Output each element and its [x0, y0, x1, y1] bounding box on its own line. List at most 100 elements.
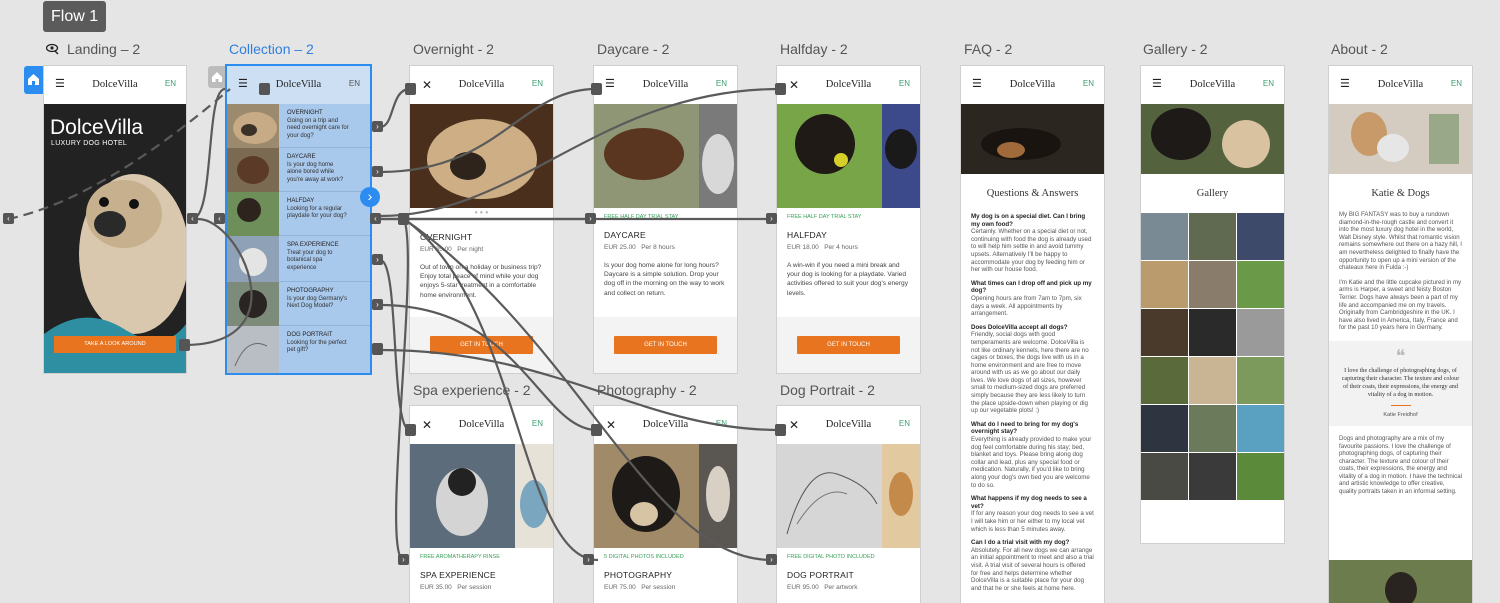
chevron-left-icon[interactable]: ‹: [3, 213, 14, 224]
connection-handle[interactable]: [591, 83, 602, 95]
frame-label-faq[interactable]: FAQ - 2: [964, 41, 1012, 57]
gallery-photo[interactable]: [1237, 261, 1284, 308]
gallery-photo[interactable]: [1237, 357, 1284, 404]
gallery-photo[interactable]: [1141, 261, 1188, 308]
language-switch[interactable]: EN: [1263, 79, 1274, 88]
collection-item-photography[interactable]: PHOTOGRAPHY Is your dog Germany's Next D…: [227, 282, 370, 326]
take-a-look-button[interactable]: TAKE A LOOK AROUND: [54, 336, 176, 353]
connection-handle[interactable]: [179, 339, 190, 351]
connection-handle[interactable]: [259, 83, 270, 95]
gallery-photo[interactable]: [1141, 405, 1188, 452]
frame-halfday[interactable]: ✕ DolceVilla EN FREE HALF DAY TRIAL STAY…: [777, 66, 920, 373]
home-icon[interactable]: [24, 66, 43, 94]
gallery-photo[interactable]: [1141, 309, 1188, 356]
chevron-right-icon[interactable]: ›: [585, 213, 596, 224]
frame-label-daycare[interactable]: Daycare - 2: [597, 41, 669, 57]
chevron-right-icon[interactable]: ›: [372, 121, 383, 132]
home-icon[interactable]: [208, 66, 226, 88]
chevron-left-icon[interactable]: ‹: [370, 213, 381, 224]
gallery-photo[interactable]: [1237, 213, 1284, 260]
service-title: HALFDAY: [787, 230, 827, 240]
connection-handle[interactable]: [398, 213, 409, 225]
collection-item-portrait[interactable]: DOG PORTRAIT Looking for the perfect pet…: [227, 326, 370, 373]
frame-gallery[interactable]: ☰ DolceVilla EN Gallery: [1141, 66, 1284, 543]
gallery-photo[interactable]: [1141, 213, 1188, 260]
get-in-touch-button[interactable]: GET IN TOUCH: [614, 336, 717, 354]
faq-answer: Friendly, social dogs with good temperam…: [971, 331, 1089, 415]
collection-item-spa[interactable]: SPA EXPERIENCE Treat your dog to botanic…: [227, 236, 370, 282]
gallery-photo[interactable]: [1189, 261, 1236, 308]
chevron-right-icon[interactable]: ›: [583, 554, 594, 565]
gallery-photo[interactable]: [1189, 357, 1236, 404]
gallery-photo[interactable]: [1237, 309, 1284, 356]
frame-about[interactable]: ☰ DolceVilla EN Katie & Dogs My BIG FANT…: [1329, 66, 1472, 603]
connection-handle[interactable]: [775, 83, 786, 95]
chevron-right-icon[interactable]: ›: [766, 213, 777, 224]
connection-handle[interactable]: [405, 424, 416, 436]
carousel-dots[interactable]: ● ● ●: [410, 210, 553, 216]
language-switch[interactable]: EN: [1083, 79, 1094, 88]
frame-label-halfday[interactable]: Halfday - 2: [780, 41, 848, 57]
frame-label-collection[interactable]: Collection – 2: [229, 41, 314, 57]
eye-icon[interactable]: [45, 42, 60, 55]
gallery-photo[interactable]: [1189, 405, 1236, 452]
frame-label-portrait[interactable]: Dog Portrait - 2: [780, 382, 875, 398]
frame-label-landing[interactable]: Landing – 2: [67, 41, 140, 57]
frame-label-overnight[interactable]: Overnight - 2: [413, 41, 494, 57]
chevron-right-icon[interactable]: ›: [372, 166, 383, 177]
connection-handle[interactable]: [775, 424, 786, 436]
frame-label-gallery[interactable]: Gallery - 2: [1143, 41, 1208, 57]
language-switch[interactable]: EN: [165, 79, 176, 88]
collection-item-daycare[interactable]: DAYCARE Is your dog home alone bored whi…: [227, 148, 370, 192]
site-header: ✕ DolceVilla EN: [777, 406, 920, 444]
get-in-touch-button[interactable]: GET IN TOUCH: [797, 336, 900, 354]
chevron-right-icon[interactable]: ›: [372, 254, 383, 265]
item-title: OVERNIGHT: [287, 110, 323, 116]
gallery-photo[interactable]: [1237, 405, 1284, 452]
prototype-canvas[interactable]: Flow 1 Landing – 2 Collection – 2 Overni…: [0, 0, 1500, 603]
frame-label-spa[interactable]: Spa experience - 2: [413, 382, 531, 398]
gallery-photo[interactable]: [1237, 453, 1284, 500]
chevron-right-icon[interactable]: ›: [372, 299, 383, 310]
gallery-photo[interactable]: [1189, 213, 1236, 260]
faq-answer: Opening hours are from 7am to 7pm, six d…: [971, 294, 1082, 318]
frame-collection[interactable]: ☰ DolceVilla EN OVERNIGHT Going on a tri…: [227, 66, 370, 373]
frame-label-about[interactable]: About - 2: [1331, 41, 1388, 57]
gallery-photo[interactable]: [1141, 453, 1188, 500]
frame-photography[interactable]: ✕ DolceVilla EN 5 DIGITAL PHOTOS INCLUDE…: [594, 406, 737, 603]
collection-item-halfday[interactable]: HALFDAY Looking for a regular playdate f…: [227, 192, 370, 236]
about-paragraph: Dogs and photography are a mix of my fav…: [1339, 434, 1462, 496]
chevron-right-icon[interactable]: ›: [766, 554, 777, 565]
gallery-photo[interactable]: [1189, 309, 1236, 356]
chevron-right-icon[interactable]: ›: [360, 187, 380, 207]
get-in-touch-button[interactable]: GET IN TOUCH: [430, 336, 533, 354]
language-switch[interactable]: EN: [716, 79, 727, 88]
quote-author: Katie Freidhof: [1383, 411, 1418, 418]
gallery-photo[interactable]: [1141, 357, 1188, 404]
collection-item-overnight[interactable]: OVERNIGHT Going on a trip and need overn…: [227, 104, 370, 148]
frame-overnight[interactable]: ✕ DolceVilla EN ● ● ● OVERNIGHT EUR 35.0…: [410, 66, 553, 373]
service-price: EUR 35.00 Per session: [420, 584, 492, 591]
language-switch[interactable]: EN: [716, 419, 727, 428]
flow-badge[interactable]: Flow 1: [43, 1, 107, 32]
language-switch[interactable]: EN: [532, 419, 543, 428]
language-switch[interactable]: EN: [899, 79, 910, 88]
frame-faq[interactable]: ☰ DolceVilla EN Questions & Answers My d…: [961, 66, 1104, 603]
gallery-photo[interactable]: [1189, 453, 1236, 500]
language-switch[interactable]: EN: [899, 419, 910, 428]
connection-handle[interactable]: [405, 83, 416, 95]
chevron-right-icon[interactable]: ›: [398, 554, 409, 565]
frame-daycare[interactable]: ☰ DolceVilla EN FREE HALF DAY TRIAL STAY…: [594, 66, 737, 373]
frame-landing[interactable]: ☰ DolceVilla EN DolceVilla LUXURY DOG HO…: [44, 66, 186, 373]
faq-question: Does DolceVilla accept all dogs?: [971, 323, 1068, 331]
frame-portrait[interactable]: ✕ DolceVilla EN FREE DIGITAL PHOTO INCLU…: [777, 406, 920, 603]
language-switch[interactable]: EN: [1451, 79, 1462, 88]
language-switch[interactable]: EN: [349, 79, 360, 88]
chevron-left-icon[interactable]: ‹: [187, 213, 198, 224]
frame-spa[interactable]: ✕ DolceVilla EN FREE AROMATHERAPY RINSE …: [410, 406, 553, 603]
frame-label-photography[interactable]: Photography - 2: [597, 382, 697, 398]
connection-handle[interactable]: [591, 424, 602, 436]
connection-handle[interactable]: [372, 343, 383, 355]
language-switch[interactable]: EN: [532, 79, 543, 88]
chevron-left-icon[interactable]: ‹: [214, 213, 225, 224]
